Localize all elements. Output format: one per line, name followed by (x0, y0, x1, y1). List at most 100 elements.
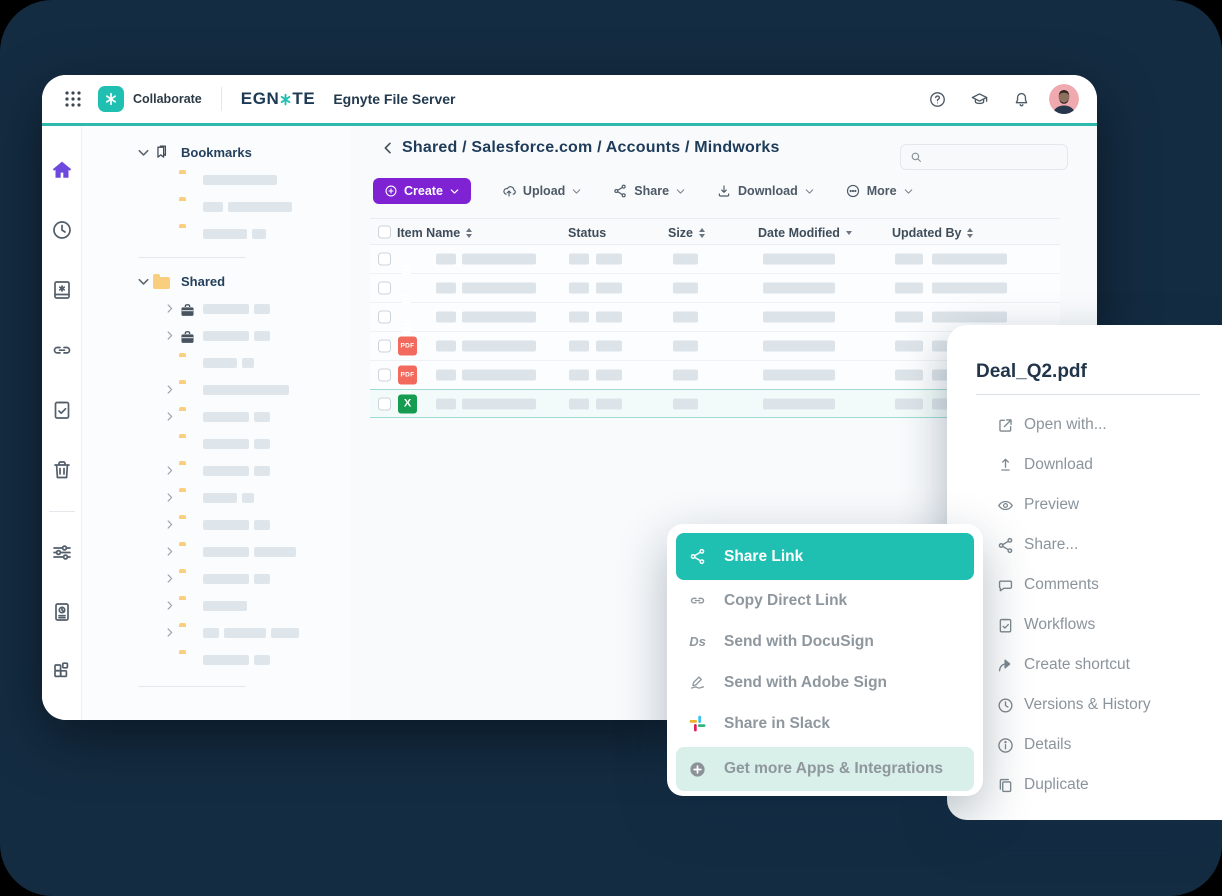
tree-skeleton-row[interactable] (82, 430, 350, 457)
tree-skeleton-row[interactable] (82, 511, 350, 538)
chevron-right-icon[interactable] (163, 625, 179, 641)
back-chevron-icon[interactable] (380, 140, 396, 156)
table-row[interactable] (370, 245, 1060, 274)
bookmarks-list (82, 166, 350, 247)
file-action-item[interactable]: Share... (947, 525, 1222, 565)
share-menu-item[interactable]: Copy Direct Link (676, 580, 974, 621)
chevron-right-icon[interactable] (163, 544, 179, 560)
share-menu-item[interactable]: Get more Apps & Integrations (676, 747, 974, 791)
file-action-item[interactable]: Download (947, 445, 1222, 485)
file-action-item[interactable]: Details (947, 725, 1222, 765)
share-button[interactable]: Share (612, 183, 686, 199)
tree-skeleton-row[interactable] (82, 295, 350, 322)
download-button[interactable]: Download (716, 183, 815, 199)
more-button-label: More (867, 184, 897, 198)
tree-skeleton-row[interactable] (82, 376, 350, 403)
sort-icon[interactable] (699, 228, 705, 238)
tree-skeleton-row[interactable] (82, 538, 350, 565)
skeleton-bar (763, 341, 835, 352)
file-action-item[interactable]: Create shortcut (947, 645, 1222, 685)
tree-skeleton-row[interactable] (82, 457, 350, 484)
xls-file-icon: X (398, 394, 417, 413)
chevron-right-icon[interactable] (163, 490, 179, 506)
settings-sliders-icon[interactable] (50, 540, 74, 564)
column-header[interactable]: Item Name (397, 219, 472, 246)
trash-icon[interactable] (50, 458, 74, 482)
share-menu-item[interactable]: Share in Slack (676, 703, 974, 744)
sort-icon[interactable] (967, 228, 973, 238)
chevron-right-icon[interactable] (163, 328, 179, 344)
recents-clock-icon[interactable] (50, 218, 74, 242)
apps-grid-icon[interactable] (50, 660, 74, 684)
share-menu-item[interactable]: Send with Adobe Sign (676, 662, 974, 703)
create-button-label: Create (404, 184, 443, 198)
sidebar-divider (138, 257, 246, 258)
tasks-clipboard-icon[interactable] (50, 398, 74, 422)
file-action-item[interactable]: Workflows (947, 605, 1222, 645)
workflows-icon (996, 616, 1015, 635)
chevron-right-icon[interactable] (163, 598, 179, 614)
skeleton-bar (203, 520, 249, 530)
folder-tree-sidebar: Bookmarks Shared (82, 126, 350, 720)
sort-icon[interactable] (466, 228, 472, 238)
tree-skeleton-row[interactable] (82, 220, 350, 247)
tree-skeleton-row[interactable] (82, 619, 350, 646)
sort-desc-icon[interactable] (846, 231, 852, 235)
share-menu-item[interactable]: DsSend with DocuSign (676, 621, 974, 662)
skeleton-bar (763, 283, 835, 294)
tree-skeleton-row[interactable] (82, 166, 350, 193)
table-row[interactable] (370, 274, 1060, 303)
file-action-item[interactable]: Duplicate (947, 765, 1222, 805)
tree-skeleton-row[interactable] (82, 322, 350, 349)
row-checkbox[interactable] (378, 311, 391, 324)
chevron-right-icon[interactable] (163, 517, 179, 533)
user-avatar[interactable] (1049, 84, 1079, 114)
chevron-right-icon[interactable] (163, 571, 179, 587)
links-chain-icon[interactable] (50, 338, 74, 362)
help-icon[interactable] (928, 90, 947, 109)
tree-skeleton-row[interactable] (82, 403, 350, 430)
tree-skeleton-row[interactable] (82, 193, 350, 220)
search-box[interactable] (900, 144, 1068, 170)
skeleton-bar (596, 254, 622, 265)
tree-skeleton-row[interactable] (82, 646, 350, 673)
bookmarks-book-icon[interactable] (50, 278, 74, 302)
app-launcher-grid-icon[interactable] (64, 90, 82, 108)
row-checkbox[interactable] (378, 282, 391, 295)
chevron-right-icon[interactable] (163, 382, 179, 398)
notifications-bell-icon[interactable] (1012, 90, 1031, 109)
chevron-right-icon[interactable] (163, 463, 179, 479)
sidebar-section-bookmarks[interactable]: Bookmarks (82, 138, 350, 166)
select-all-checkbox[interactable] (378, 225, 391, 238)
chevron-right-icon[interactable] (163, 409, 179, 425)
tree-skeleton-row[interactable] (82, 565, 350, 592)
home-icon[interactable] (50, 158, 74, 182)
tree-skeleton-row[interactable] (82, 484, 350, 511)
row-checkbox[interactable] (378, 369, 391, 382)
training-cap-icon[interactable] (970, 90, 989, 109)
file-action-item[interactable]: Open with... (947, 405, 1222, 445)
file-action-item[interactable]: Versions & History (947, 685, 1222, 725)
tree-skeleton-row[interactable] (82, 349, 350, 376)
column-header[interactable]: Updated By (892, 219, 973, 246)
row-checkbox[interactable] (378, 397, 391, 410)
file-action-item[interactable]: Preview (947, 485, 1222, 525)
column-header[interactable]: Date Modified (758, 219, 852, 246)
row-checkbox[interactable] (378, 340, 391, 353)
more-button[interactable]: More (845, 183, 914, 199)
column-header[interactable]: Size (668, 219, 705, 246)
row-checkbox[interactable] (378, 253, 391, 266)
tree-skeleton-row[interactable] (82, 592, 350, 619)
folder-icon (179, 491, 196, 505)
chevron-right-icon[interactable] (163, 301, 179, 317)
column-header-label: Date Modified (758, 226, 840, 240)
upload-button[interactable]: Upload (501, 183, 582, 199)
file-action-item[interactable]: Comments (947, 565, 1222, 605)
search-input[interactable] (929, 150, 1059, 164)
share-menu-item[interactable]: Share Link (676, 533, 974, 580)
sidebar-section-shared[interactable]: Shared (82, 267, 350, 295)
collaborate-app-icon[interactable] (98, 86, 124, 112)
create-button[interactable]: Create (373, 178, 471, 204)
column-header[interactable]: Status (568, 219, 606, 246)
reports-icon[interactable] (50, 600, 74, 624)
